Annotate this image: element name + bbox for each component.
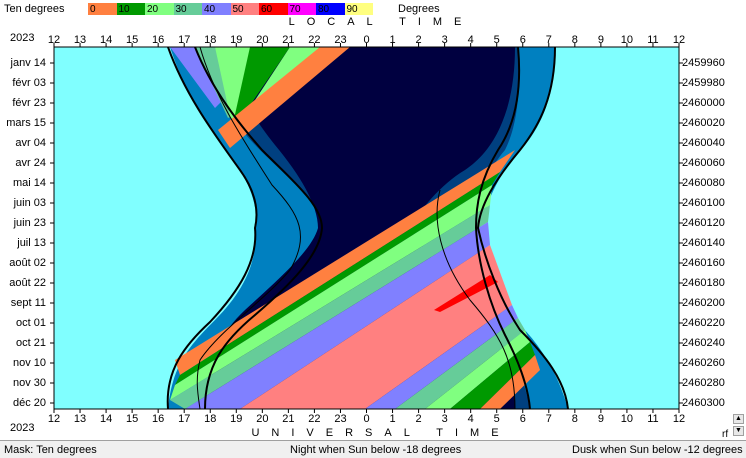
- date-tick-label: mai 14: [12, 177, 46, 189]
- julian-day-tick-label: 2460280: [682, 377, 725, 389]
- hour-tick-label: 16: [152, 413, 165, 425]
- date-tick-label: sept 11: [10, 297, 46, 309]
- hour-tick-label: 5: [493, 413, 500, 425]
- hour-tick-label: 10: [620, 34, 634, 46]
- hour-tick-label: 0: [363, 413, 370, 425]
- julian-day-tick-label: 2460040: [682, 137, 725, 149]
- hour-tick-label: 12: [47, 34, 61, 46]
- hour-tick-label: 12: [672, 34, 686, 46]
- hour-tick-label: 2: [415, 34, 422, 46]
- hour-tick-label: 12: [672, 413, 686, 425]
- corner-label: rf: [722, 429, 729, 440]
- hour-tick-label: 17: [178, 34, 191, 46]
- hour-tick-label: 20: [256, 34, 269, 46]
- date-tick-label: oct 01: [16, 317, 46, 329]
- date-tick-label: août 22: [9, 277, 46, 289]
- hour-tick-label: 10: [620, 413, 634, 425]
- date-tick-label: févr 03: [12, 77, 46, 89]
- hour-tick-label: 22: [308, 413, 321, 425]
- julian-day-tick-label: 2460240: [682, 337, 725, 349]
- status-mask: Mask: Ten degrees: [4, 444, 97, 456]
- hour-tick-label: 23: [334, 413, 347, 425]
- julian-day-tick-label: 2460020: [682, 117, 725, 129]
- julian-day-tick-label: 2459960: [682, 57, 725, 69]
- hour-tick-label: 19: [230, 34, 243, 46]
- julian-day-tick-label: 2460100: [682, 197, 725, 209]
- hour-tick-label: 13: [73, 413, 87, 425]
- hour-tick-label: 9: [597, 413, 604, 425]
- date-tick-label: avr 24: [15, 157, 46, 169]
- hour-tick-label: 11: [647, 34, 659, 46]
- date-tick-label: juil 13: [17, 237, 46, 249]
- sky-visibility-plot: [50, 43, 683, 413]
- hour-tick-label: 14: [99, 34, 113, 46]
- julian-day-tick-label: 2459980: [682, 77, 725, 89]
- julian-day-tick-label: 2460000: [682, 97, 725, 109]
- status-bar: Mask: Ten degrees Night when Sun below -…: [0, 440, 746, 458]
- hour-tick-label: 21: [282, 34, 295, 46]
- hour-tick-label: 7: [545, 413, 552, 425]
- hour-tick-label: 14: [99, 413, 113, 425]
- julian-day-tick-label: 2460140: [682, 237, 725, 249]
- julian-day-tick-label: 2460260: [682, 357, 725, 369]
- hour-tick-label: 4: [467, 34, 474, 46]
- hour-tick-label: 5: [493, 34, 500, 46]
- hour-tick-label: 4: [467, 413, 474, 425]
- universal-time-axis-title: UNIVERSAL TIME: [251, 427, 511, 439]
- julian-day-tick-label: 2460220: [682, 317, 725, 329]
- julian-day-tick-label: 2460300: [682, 397, 725, 409]
- hour-tick-label: 7: [545, 34, 552, 46]
- date-tick-label: nov 10: [12, 357, 46, 369]
- hour-tick-label: 20: [256, 413, 269, 425]
- date-tick-label: oct 21: [16, 337, 46, 349]
- hour-tick-label: 3: [441, 34, 448, 46]
- date-tick-label: nov 30: [12, 377, 46, 389]
- date-tick-label: avr 04: [15, 137, 46, 149]
- hour-tick-label: 18: [204, 34, 217, 46]
- date-tick-label: mars 15: [6, 117, 46, 129]
- julian-day-tick-label: 2460200: [682, 297, 725, 309]
- scroll-up-arrow-icon[interactable]: ▲: [733, 414, 744, 424]
- date-tick-label: août 02: [9, 257, 46, 269]
- julian-day-tick-label: 2460120: [682, 217, 725, 229]
- hour-tick-label: 16: [152, 34, 165, 46]
- date-tick-label: juin 03: [13, 197, 46, 209]
- hour-tick-label: 0: [363, 34, 370, 46]
- julian-day-tick-label: 2460160: [682, 257, 725, 269]
- hour-tick-label: 8: [571, 34, 578, 46]
- hour-tick-label: 15: [126, 413, 139, 425]
- hour-tick-label: 22: [308, 34, 321, 46]
- hour-tick-label: 17: [178, 413, 191, 425]
- hour-tick-label: 15: [126, 34, 139, 46]
- hour-tick-label: 23: [334, 34, 347, 46]
- hour-tick-label: 9: [597, 34, 604, 46]
- hour-tick-label: 12: [47, 413, 61, 425]
- julian-day-tick-label: 2460180: [682, 277, 725, 289]
- julian-day-tick-label: 2460060: [682, 157, 725, 169]
- date-tick-label: juin 23: [13, 217, 46, 229]
- julian-day-tick-label: 2460080: [682, 177, 725, 189]
- hour-tick-label: 13: [73, 34, 87, 46]
- status-dusk: Dusk when Sun below -12 degrees: [572, 444, 743, 456]
- date-tick-label: janv 14: [10, 57, 46, 69]
- hour-tick-label: 21: [282, 413, 295, 425]
- hour-tick-label: 11: [647, 413, 659, 425]
- hour-tick-label: 6: [519, 34, 526, 46]
- hour-tick-label: 2: [415, 413, 422, 425]
- hour-tick-label: 19: [230, 413, 243, 425]
- hour-tick-label: 1: [389, 413, 396, 425]
- scroll-down-arrow-icon[interactable]: ▼: [733, 426, 744, 436]
- hour-tick-label: 1: [389, 34, 396, 46]
- date-tick-label: déc 20: [12, 397, 46, 409]
- date-tick-label: févr 23: [12, 97, 46, 109]
- hour-tick-label: 3: [441, 413, 448, 425]
- hour-tick-label: 8: [571, 413, 578, 425]
- hour-tick-label: 18: [204, 413, 217, 425]
- hour-tick-label: 6: [519, 413, 526, 425]
- status-night: Night when Sun below -18 degrees: [290, 444, 462, 456]
